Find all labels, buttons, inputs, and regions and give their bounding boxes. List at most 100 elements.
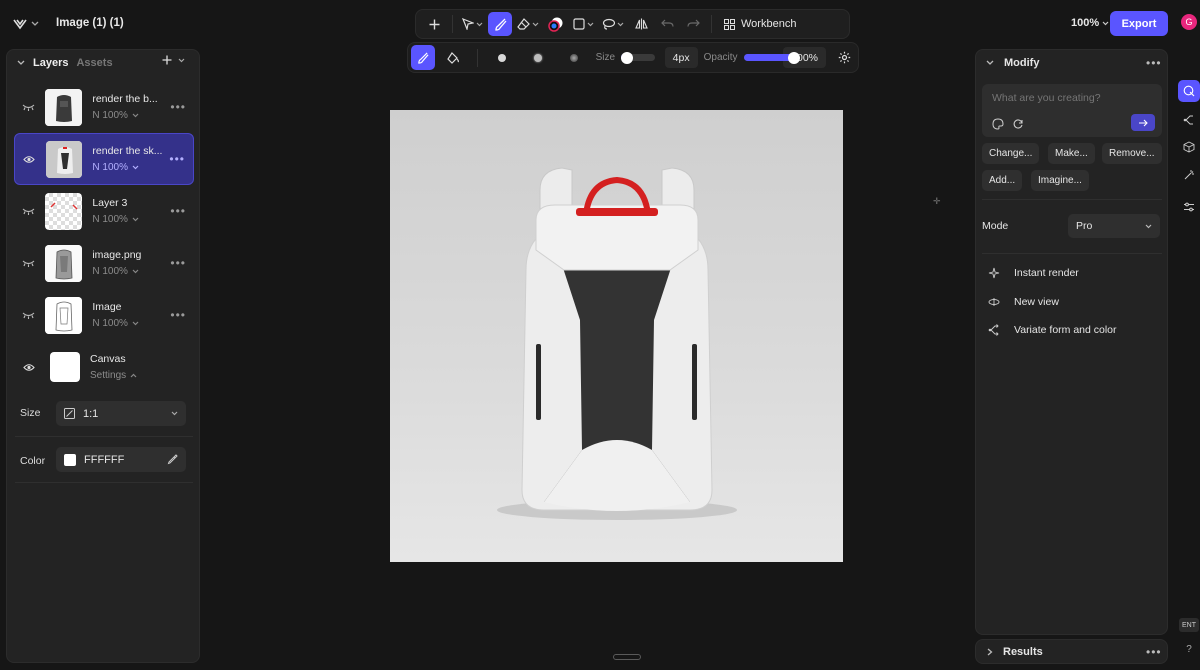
layer-blend[interactable]: N 100% <box>92 214 170 225</box>
canvas-layer-row[interactable]: Canvas Settings <box>14 341 194 393</box>
eye-icon[interactable] <box>14 363 44 372</box>
refresh-button[interactable] <box>1010 116 1026 132</box>
add-layer-button[interactable] <box>162 55 185 65</box>
canvas-image[interactable] <box>390 110 843 562</box>
mode-select[interactable]: Pro <box>1068 214 1160 238</box>
rail-modify-button[interactable] <box>1178 80 1200 102</box>
rail-magic-button[interactable] <box>1178 164 1200 186</box>
modify-header[interactable]: Modify <box>986 57 1039 69</box>
size-slider[interactable] <box>621 51 655 64</box>
shape-tool-button[interactable] <box>570 12 597 36</box>
app-logo-menu[interactable] <box>6 11 46 37</box>
layer-more-button[interactable]: ••• <box>170 100 186 114</box>
layer-blend[interactable]: N 100% <box>92 162 169 173</box>
export-button[interactable]: Export <box>1110 11 1168 36</box>
chip-remove[interactable]: Remove... <box>1102 143 1162 164</box>
flip-button[interactable] <box>629 12 653 36</box>
visibility-hidden-icon[interactable] <box>14 207 43 215</box>
action-instant-render[interactable]: Instant render <box>988 267 1079 279</box>
chip-add[interactable]: Add... <box>982 170 1023 191</box>
opacity-slider[interactable] <box>743 51 800 64</box>
chevron-down-icon <box>171 411 178 416</box>
action-variate[interactable]: Variate form and color <box>988 324 1117 336</box>
fill-tool-button[interactable] <box>441 46 465 70</box>
chevron-down-icon <box>1102 21 1109 25</box>
tab-layers[interactable]: Layers <box>33 57 68 69</box>
layer-row[interactable]: render the b... N 100% ••• <box>14 81 194 133</box>
style-palette-button[interactable] <box>990 116 1006 132</box>
rail-3d-button[interactable] <box>1178 136 1200 158</box>
document-title[interactable]: Image (1) (1) <box>56 17 124 29</box>
action-new-view[interactable]: New view <box>988 296 1059 308</box>
add-button[interactable] <box>422 12 446 36</box>
layer-row-selected[interactable]: render the sk... N 100% ••• <box>14 133 194 185</box>
chevron-down-icon <box>587 22 594 26</box>
brush-soft-button[interactable] <box>562 46 586 70</box>
color-swatch[interactable] <box>64 453 76 466</box>
rail-adjust-button[interactable] <box>1178 196 1200 218</box>
eye-icon[interactable] <box>15 155 44 164</box>
ent-badge[interactable]: ENT <box>1179 618 1199 632</box>
eraser-tool-button[interactable] <box>514 12 542 36</box>
submit-prompt-button[interactable] <box>1131 114 1155 131</box>
canvas-scroll-handle[interactable] <box>613 654 641 660</box>
chevron-up-icon <box>130 373 137 378</box>
lasso-tool-button[interactable] <box>599 12 627 36</box>
layer-more-button[interactable]: ••• <box>169 152 185 166</box>
chip-imagine[interactable]: Imagine... <box>1031 170 1089 191</box>
prompt-input[interactable] <box>992 92 1152 104</box>
size-value[interactable]: 4px <box>664 47 698 68</box>
brush-settings-button[interactable] <box>832 46 856 70</box>
results-section[interactable]: Results ••• <box>975 639 1168 664</box>
flip-icon <box>634 18 648 30</box>
modify-more-button[interactable]: ••• <box>1146 56 1162 70</box>
brush-tool-button[interactable] <box>488 12 512 36</box>
layer-blend[interactable]: N 100% <box>92 266 170 277</box>
chevron-down-icon <box>31 21 39 26</box>
undo-button[interactable] <box>655 12 679 36</box>
layer-blend[interactable]: N 100% <box>92 110 170 121</box>
brush-hard-button[interactable] <box>490 46 514 70</box>
chip-change[interactable]: Change... <box>982 143 1040 164</box>
zoom-dropdown[interactable]: 100% <box>1071 17 1109 29</box>
arrow-right-icon <box>1139 119 1148 126</box>
color-picker-button[interactable] <box>544 12 568 36</box>
toolbar-divider <box>711 15 712 33</box>
chip-make[interactable]: Make... <box>1048 143 1095 164</box>
layer-row[interactable]: Layer 3 N 100% ••• <box>14 185 194 237</box>
avatar[interactable]: G <box>1181 14 1197 30</box>
chevron-down-icon <box>178 58 185 62</box>
action-label: New view <box>1014 296 1059 308</box>
tab-assets[interactable]: Assets <box>76 57 112 69</box>
layer-more-button[interactable]: ••• <box>170 256 186 270</box>
workbench-button[interactable]: Workbench <box>718 12 802 36</box>
size-slider-handle[interactable] <box>621 51 634 64</box>
layer-thumbnail <box>45 296 83 334</box>
layer-blend[interactable]: N 100% <box>92 318 170 329</box>
results-more-button[interactable]: ••• <box>1146 645 1162 659</box>
background-color-field[interactable]: FFFFFF <box>56 447 186 472</box>
layer-name: Layer 3 <box>92 197 128 209</box>
layer-more-button[interactable]: ••• <box>170 308 186 322</box>
prompt-box[interactable] <box>982 84 1162 137</box>
layer-more-button[interactable]: ••• <box>170 204 186 218</box>
opacity-slider-handle[interactable] <box>787 51 800 64</box>
canvas-settings-toggle[interactable]: Settings <box>90 370 170 381</box>
eyedropper-icon[interactable] <box>167 454 178 465</box>
visibility-hidden-icon[interactable] <box>14 259 43 267</box>
visibility-hidden-icon[interactable] <box>14 103 43 111</box>
select-tool-button[interactable] <box>459 12 486 36</box>
layer-row[interactable]: image.png N 100% ••• <box>14 237 194 289</box>
chevron-down-icon <box>617 22 624 26</box>
redo-button[interactable] <box>681 12 705 36</box>
layer-row[interactable]: Image N 100% ••• <box>14 289 194 341</box>
brush-medium-button[interactable] <box>526 46 550 70</box>
aspect-ratio-select[interactable]: 1:1 <box>56 401 186 426</box>
layer-thumbnail <box>45 88 83 126</box>
rail-variations-button[interactable] <box>1178 109 1200 131</box>
visibility-hidden-icon[interactable] <box>14 311 43 319</box>
help-button[interactable]: ? <box>1183 643 1195 655</box>
chevron-down-icon[interactable] <box>17 60 25 66</box>
layer-blend-value: N 100% <box>92 162 128 173</box>
brush-mode-button[interactable] <box>411 45 435 70</box>
